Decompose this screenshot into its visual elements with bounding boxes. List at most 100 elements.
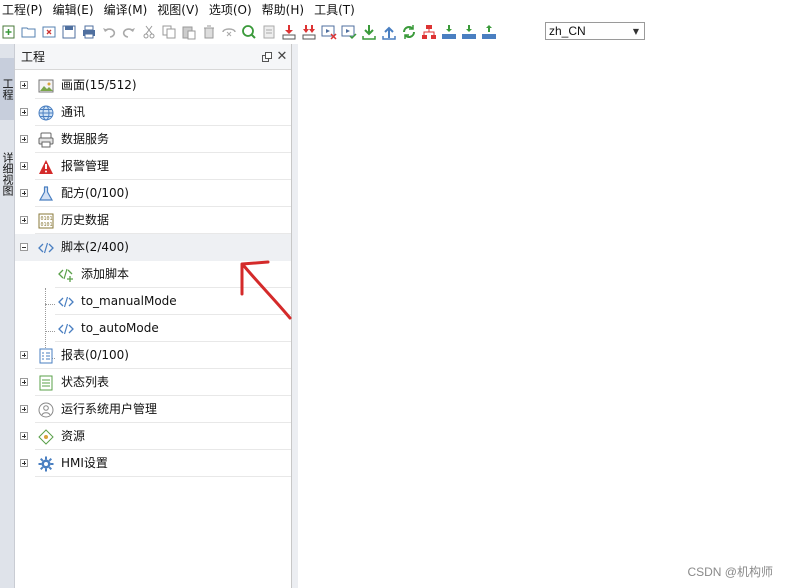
globe-icon <box>37 104 54 121</box>
panel-title: 工程 <box>21 50 46 64</box>
usb-download-icon[interactable] <box>440 23 458 41</box>
tree-item-label: 画面(15/512) <box>61 78 137 92</box>
tree-item-label: 状态列表 <box>61 375 110 389</box>
tree-item-screens[interactable]: 画面(15/512) <box>15 72 291 99</box>
download-red2-icon[interactable] <box>300 23 318 41</box>
expand-toggle[interactable] <box>20 432 28 440</box>
tree-item-hmi-settings[interactable]: HMI设置 <box>15 450 291 477</box>
code-icon <box>57 320 74 337</box>
tree-item-label: to_manualMode <box>81 294 177 308</box>
chevron-down-icon[interactable]: ▼ <box>628 23 644 39</box>
expand-toggle[interactable] <box>20 81 28 89</box>
expand-toggle[interactable] <box>20 216 28 224</box>
float-window-icon[interactable] <box>261 51 273 63</box>
save-icon[interactable] <box>60 23 78 41</box>
menu-project[interactable]: 工程(P) <box>0 0 45 20</box>
tree-item-label: 报表(0/100) <box>61 348 129 362</box>
picture-icon <box>37 77 54 94</box>
expand-toggle[interactable] <box>20 459 28 467</box>
download-red-icon[interactable] <box>280 23 298 41</box>
delete-icon[interactable] <box>200 23 218 41</box>
user-icon <box>37 401 54 418</box>
side-tab-strip: 工程 详细视图 <box>0 44 15 588</box>
cut-icon[interactable] <box>140 23 158 41</box>
sim-online-icon[interactable] <box>340 23 358 41</box>
tree-item-reports[interactable]: 报表(0/100) <box>15 342 291 369</box>
paste-icon[interactable] <box>180 23 198 41</box>
language-select[interactable]: zh_CN ▼ <box>545 22 645 40</box>
annotation-arrow-icon <box>240 260 292 320</box>
list-icon <box>37 374 54 391</box>
tab-project[interactable]: 工程 <box>0 58 14 120</box>
tree-item-user-management[interactable]: 运行系统用户管理 <box>15 396 291 423</box>
menu-options[interactable]: 选项(O) <box>207 0 254 20</box>
expand-toggle[interactable] <box>20 378 28 386</box>
tree-item-label: 历史数据 <box>61 213 110 227</box>
gear-icon <box>37 455 54 472</box>
expand-toggle[interactable] <box>20 405 28 413</box>
tree-item-label: to_autoMode <box>81 321 159 335</box>
search-icon[interactable] <box>240 23 258 41</box>
file-icon[interactable] <box>260 23 278 41</box>
network-icon[interactable] <box>420 23 438 41</box>
print-icon[interactable] <box>80 23 98 41</box>
code-icon <box>57 293 74 310</box>
expand-toggle[interactable] <box>20 162 28 170</box>
tree-item-history-data[interactable]: 0101 0101 历史数据 <box>15 207 291 234</box>
close-icon[interactable]: ✕ <box>276 49 288 64</box>
report-icon <box>37 347 54 364</box>
undo-icon[interactable] <box>100 23 118 41</box>
tree-item-label: 资源 <box>61 429 86 443</box>
menu-view[interactable]: 视图(V) <box>155 0 201 20</box>
tree-item-resources[interactable]: 资源 <box>15 423 291 450</box>
expand-toggle[interactable] <box>20 189 28 197</box>
database-icon <box>37 131 54 148</box>
tree-item-label: HMI设置 <box>61 456 108 470</box>
download-green-icon[interactable] <box>360 23 378 41</box>
compile-icon[interactable] <box>220 23 238 41</box>
expand-toggle[interactable] <box>20 351 28 359</box>
binary-icon: 0101 0101 <box>37 212 54 229</box>
upload-icon[interactable] <box>380 23 398 41</box>
add-script-icon <box>57 266 74 283</box>
menu-tools[interactable]: 工具(T) <box>312 0 357 20</box>
tree-item-label: 报警管理 <box>61 159 110 173</box>
redo-icon[interactable] <box>120 23 138 41</box>
svg-text:0101: 0101 <box>40 222 52 228</box>
editor-area[interactable] <box>298 50 787 588</box>
sim-offline-icon[interactable] <box>320 23 338 41</box>
expand-toggle[interactable] <box>20 108 28 116</box>
collapse-toggle[interactable] <box>20 243 28 251</box>
new-icon[interactable] <box>0 23 18 41</box>
usb-download2-icon[interactable] <box>460 23 478 41</box>
tree-item-communication[interactable]: 通讯 <box>15 99 291 126</box>
tree-item-label: 运行系统用户管理 <box>61 402 158 416</box>
expand-toggle[interactable] <box>20 135 28 143</box>
tree-item-recipe[interactable]: 配方(0/100) <box>15 180 291 207</box>
tree-item-label: 添加脚本 <box>81 267 130 281</box>
usb-upload-icon[interactable] <box>480 23 498 41</box>
warning-icon <box>37 158 54 175</box>
tree-item-label: 配方(0/100) <box>61 186 129 200</box>
panel-header: 工程 ✕ <box>15 44 291 70</box>
close-project-icon[interactable] <box>40 23 58 41</box>
tree-item-label: 数据服务 <box>61 132 110 146</box>
menu-edit[interactable]: 编辑(E) <box>51 0 96 20</box>
copy-icon[interactable] <box>160 23 178 41</box>
open-icon[interactable] <box>20 23 38 41</box>
language-value: zh_CN <box>549 24 586 38</box>
tree-item-alarm[interactable]: 报警管理 <box>15 153 291 180</box>
menu-bar: 工程(P) 编辑(E) 编译(M) 视图(V) 选项(O) 帮助(H) 工具(T… <box>0 0 787 20</box>
flask-icon <box>37 185 54 202</box>
tab-detail-view[interactable]: 详细视图 <box>0 134 14 214</box>
watermark: CSDN @机构师 <box>687 565 773 579</box>
tree-item-label: 通讯 <box>61 105 86 119</box>
menu-compile[interactable]: 编译(M) <box>102 0 150 20</box>
menu-help[interactable]: 帮助(H) <box>260 0 306 20</box>
refresh-icon[interactable] <box>400 23 418 41</box>
code-icon <box>37 239 54 256</box>
tree-item-state-list[interactable]: 状态列表 <box>15 369 291 396</box>
resource-icon <box>37 428 54 445</box>
toolbar <box>0 20 787 44</box>
tree-item-data-service[interactable]: 数据服务 <box>15 126 291 153</box>
